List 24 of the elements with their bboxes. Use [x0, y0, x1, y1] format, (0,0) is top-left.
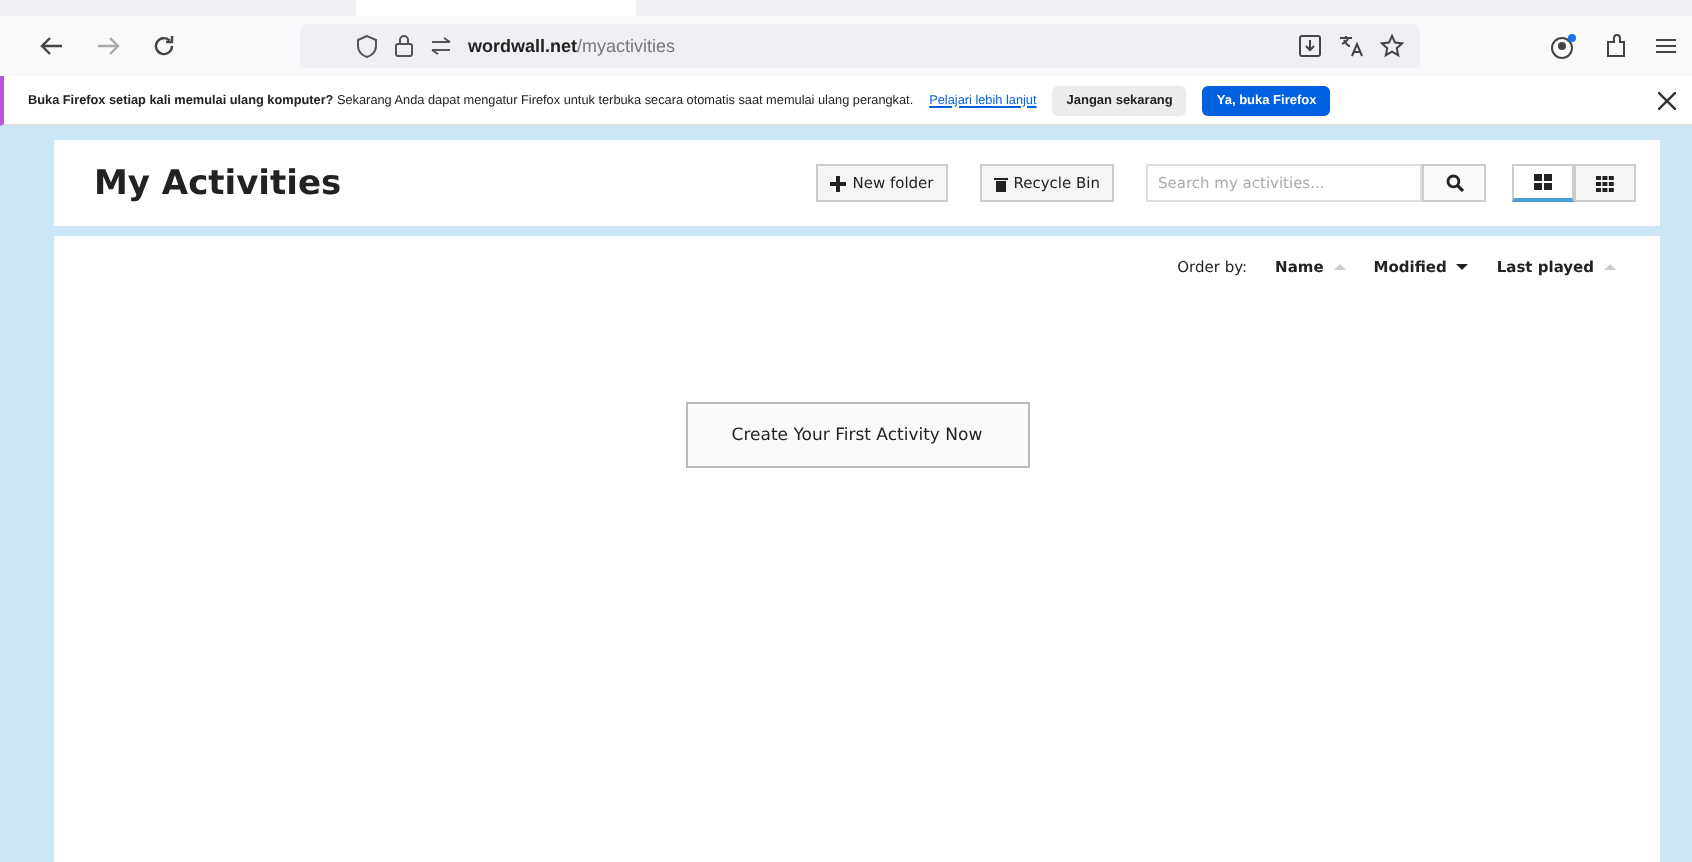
url-text[interactable]: wordwall.net/myactivities	[468, 36, 676, 56]
search-icon	[1445, 174, 1463, 192]
plus-icon	[830, 175, 847, 191]
trash-icon	[993, 175, 1008, 191]
reload-icon[interactable]	[152, 34, 176, 58]
permissions-icon[interactable]	[430, 36, 452, 56]
page-title: My Activities	[94, 163, 342, 203]
lock-icon[interactable]	[394, 34, 414, 58]
close-icon[interactable]	[1658, 91, 1676, 109]
extensions-icon[interactable]	[1604, 34, 1628, 58]
menu-icon[interactable]	[1656, 36, 1676, 56]
translate-icon[interactable]	[1338, 34, 1364, 58]
shield-icon[interactable]	[356, 34, 378, 58]
search-button[interactable]	[1422, 164, 1486, 202]
grid-icon	[1534, 174, 1552, 190]
account-icon[interactable]	[1550, 33, 1576, 59]
grid-view-button[interactable]	[1512, 164, 1574, 202]
address-bar[interactable]: wordwall.net/myactivities	[300, 24, 1420, 68]
reader-view-icon[interactable]	[1298, 34, 1322, 58]
back-icon[interactable]	[40, 34, 64, 58]
grid-icon	[1596, 175, 1614, 191]
star-icon[interactable]	[1380, 34, 1404, 58]
compact-view-button[interactable]	[1574, 164, 1636, 202]
create-activity-button[interactable]: Create Your First Activity Now	[685, 402, 1029, 468]
